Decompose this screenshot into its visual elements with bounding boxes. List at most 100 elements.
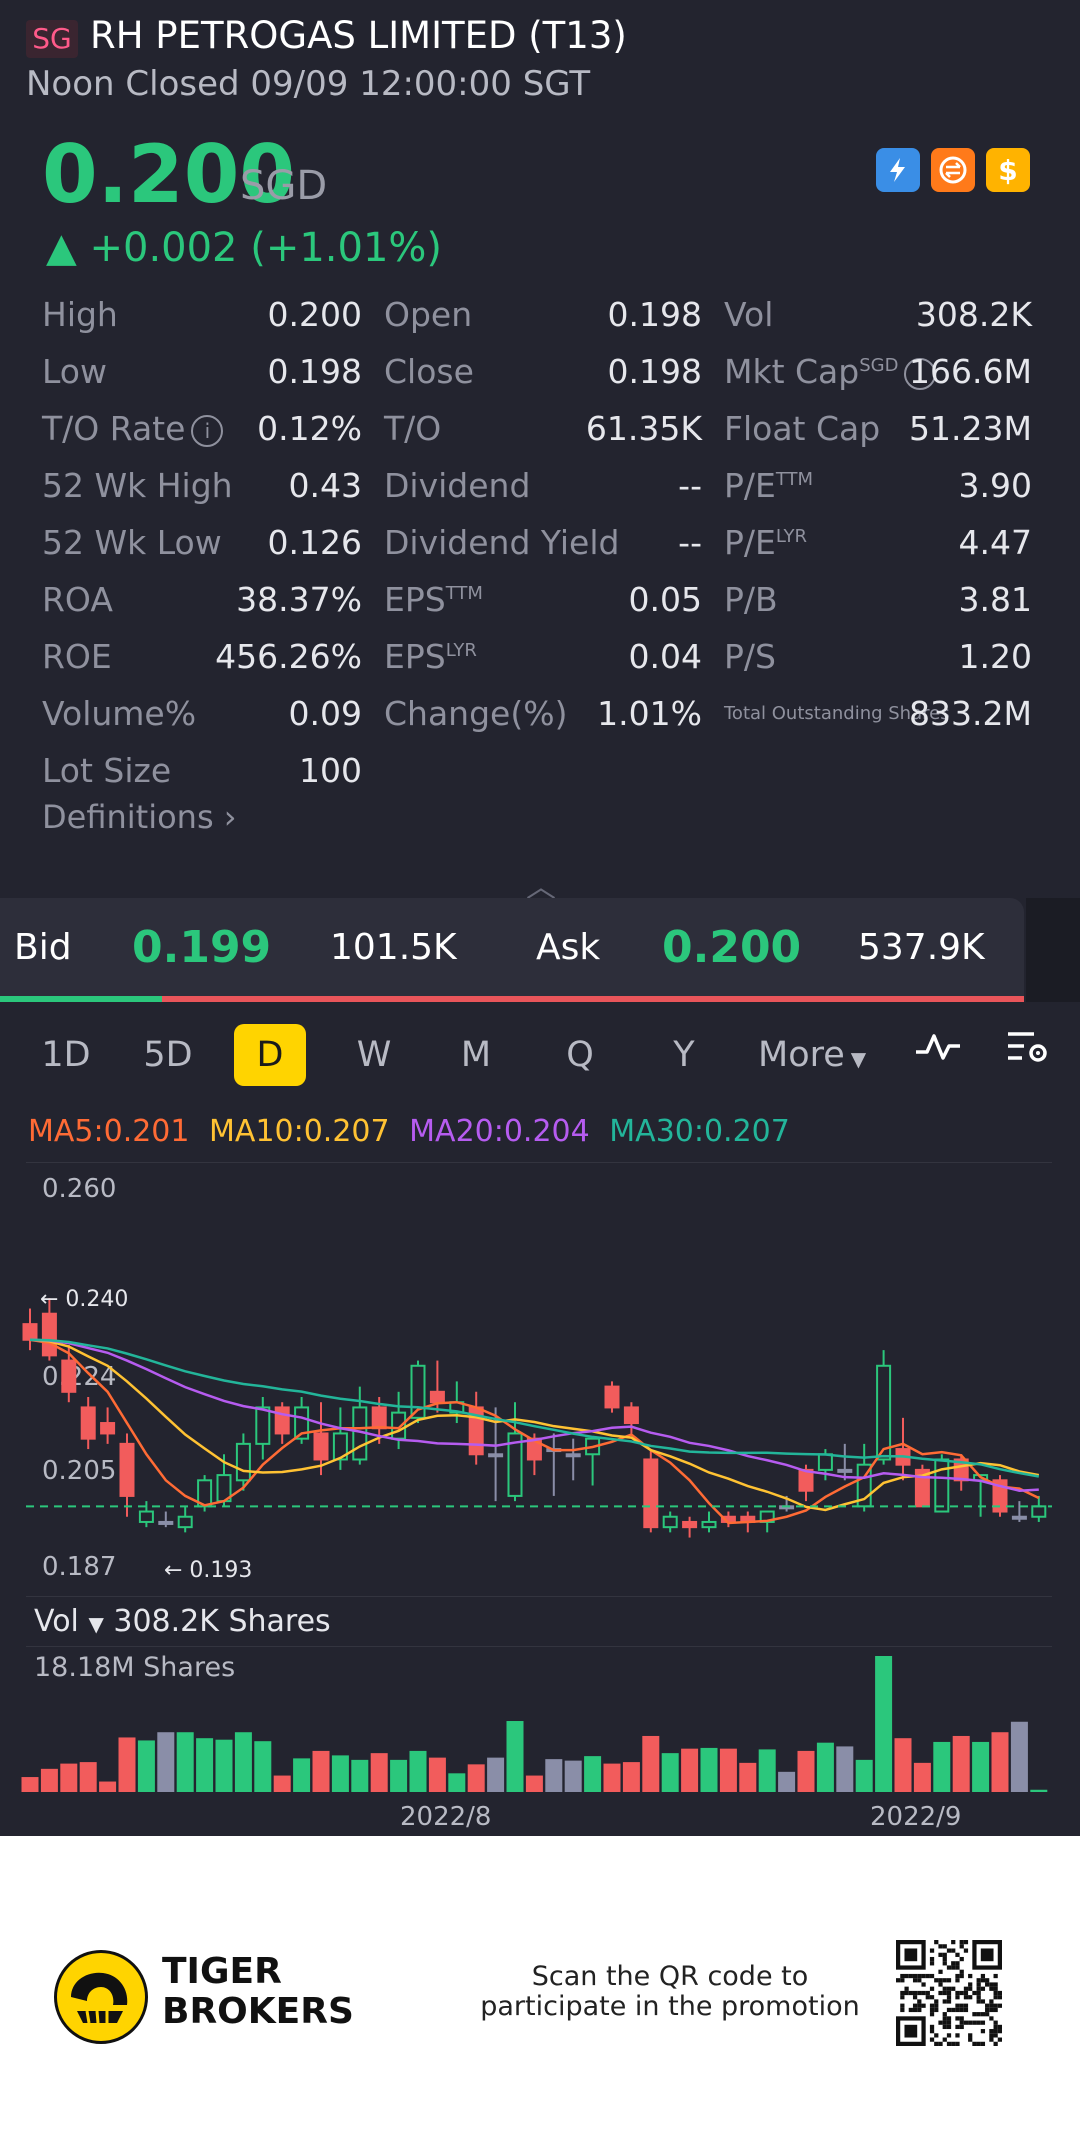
tab-1d[interactable]: 1D — [40, 1024, 92, 1086]
stat-label: P/ETTM — [724, 457, 813, 514]
qr-module — [912, 1973, 918, 1979]
ask-size: 537.9K — [858, 927, 985, 968]
tab-q[interactable]: Q — [560, 1024, 600, 1086]
qr-module — [955, 2007, 960, 2013]
tab-m[interactable]: M — [456, 1024, 496, 1086]
volume-header[interactable]: Vol ▼ 308.2K Shares — [34, 1604, 331, 1639]
bid-label: Bid — [14, 927, 72, 968]
stat-value: 833.2M — [909, 694, 1032, 733]
volume-bar — [370, 1753, 388, 1792]
qr-module — [976, 1986, 981, 1991]
stat-value: 1.01% — [597, 694, 702, 733]
volume-bar — [215, 1739, 233, 1792]
candle — [546, 1433, 562, 1496]
volume-bar — [390, 1759, 408, 1792]
qr-module — [963, 1995, 969, 2000]
qr-module — [955, 2016, 960, 2021]
stat-label: Change(%) — [384, 694, 568, 733]
stats-row: 52 Wk Low 0.126 Dividend Yield -- P/ELYR… — [0, 514, 1080, 571]
swap-icon[interactable] — [931, 148, 975, 192]
volume-bar — [700, 1747, 718, 1792]
lightning-icon[interactable] — [876, 148, 920, 192]
qr-module — [997, 2037, 1002, 2042]
tab-5d[interactable]: 5D — [138, 1024, 198, 1086]
qr-module — [955, 1965, 960, 1970]
scan-line: Scan the QR code to — [531, 1961, 809, 1992]
qr-module — [946, 1995, 952, 2000]
qr-module — [959, 1973, 964, 1979]
qr-module — [951, 1961, 956, 1966]
pe-sup: TTM — [775, 469, 814, 490]
stat-label: 52 Wk High — [42, 466, 233, 505]
chart-settings-icon[interactable] — [1002, 1024, 1054, 1086]
volume-bar — [467, 1764, 485, 1792]
qr-module — [968, 1982, 973, 1987]
qr-module — [951, 2007, 956, 2013]
candle — [1011, 1501, 1027, 1522]
volume-value: 308.2K Shares — [113, 1604, 331, 1639]
volume-bar — [836, 1746, 854, 1792]
qr-module — [908, 2007, 913, 2013]
qr-module — [993, 1990, 998, 1996]
stat-value: 4.47 — [958, 523, 1032, 562]
x-tick-label: 2022/8 — [400, 1802, 492, 1832]
qr-module — [972, 2012, 977, 2017]
indicator-icon[interactable] — [910, 1024, 966, 1086]
volume-bar — [642, 1735, 660, 1792]
stat-value: 0.198 — [607, 295, 702, 334]
qr-module — [972, 2020, 977, 2025]
tab-more-label: More — [758, 1035, 845, 1075]
stat-value: 308.2K — [915, 295, 1032, 334]
stats-row: ROA 38.37% EPSTTM 0.05 P/B 3.81 — [0, 571, 1080, 628]
qr-module — [951, 2041, 956, 2046]
tab-y[interactable]: Y — [664, 1024, 704, 1086]
pe-label: P/E — [724, 466, 776, 505]
tab-d[interactable]: D — [234, 1024, 306, 1086]
candle — [255, 1397, 271, 1460]
qr-module — [917, 1999, 922, 2004]
qr-module — [942, 1944, 947, 1949]
volume-bar — [622, 1762, 640, 1792]
stat-label: Lot Size — [42, 751, 172, 790]
stat-label: ROA — [42, 580, 113, 619]
dollar-icon[interactable]: $ — [986, 148, 1030, 192]
stat-label: High — [42, 295, 118, 334]
candle — [604, 1381, 620, 1413]
qr-module — [938, 1982, 943, 1987]
qr-module — [942, 1961, 947, 1966]
qr-module — [946, 2033, 952, 2038]
qr-module — [946, 1965, 952, 1970]
volume-chart[interactable] — [0, 1650, 1080, 1796]
ask-price: 0.200 — [662, 922, 802, 973]
orderbook-side-panel — [1026, 898, 1080, 1002]
volume-bar — [99, 1781, 117, 1792]
qr-module — [946, 1948, 952, 1953]
qr-module — [955, 2024, 960, 2030]
qr-module — [934, 1978, 939, 1983]
stat-label: Float Cap — [724, 409, 881, 448]
candle — [643, 1449, 659, 1533]
qr-module — [968, 2020, 973, 2025]
volume-bar — [487, 1757, 505, 1792]
candle — [992, 1475, 1008, 1517]
info-icon[interactable]: i — [191, 414, 224, 447]
volume-bar — [137, 1740, 155, 1792]
tab-more[interactable]: More ▼ — [758, 1024, 866, 1086]
stats-row: Volume% 0.09 Change(%) 1.01% Total Outst… — [0, 685, 1080, 742]
qr-module — [980, 1978, 986, 1983]
qr-module — [989, 2007, 994, 2013]
stat-value: 0.09 — [288, 694, 362, 733]
qr-finder — [904, 2024, 918, 2038]
tab-w[interactable]: W — [354, 1024, 394, 1086]
volume-bar — [603, 1763, 621, 1792]
qr-module — [946, 2016, 952, 2021]
qr-module — [993, 1986, 998, 1991]
scan-line: participate in the promotion — [480, 1991, 860, 2022]
definitions-link[interactable]: Definitions › — [42, 798, 237, 836]
candle — [119, 1433, 135, 1517]
qr-module — [959, 2007, 964, 2013]
volume-bar — [719, 1748, 737, 1792]
candlestick-chart[interactable]: ← 0.240 ← 0.193 — [0, 1166, 1080, 1596]
qr-module — [968, 1995, 973, 2000]
candle — [138, 1501, 154, 1528]
